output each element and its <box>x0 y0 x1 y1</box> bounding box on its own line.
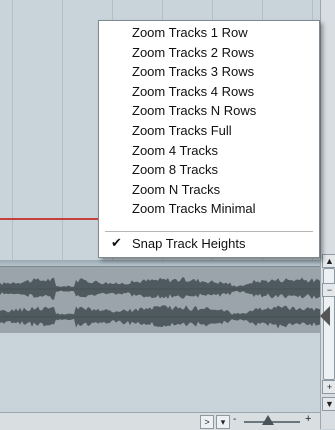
zoom-in-vertical-button[interactable]: + <box>322 380 335 394</box>
horizontal-zoom-thumb[interactable] <box>262 415 274 425</box>
horizontal-zoom-bar: > ▾ - + <box>0 412 320 430</box>
menu-separator <box>105 231 313 232</box>
zoom-out-vertical-button[interactable]: − <box>322 283 335 297</box>
audio-event[interactable] <box>0 266 320 334</box>
menu-item-zoom-4-tracks[interactable]: Zoom 4 Tracks <box>132 141 218 161</box>
menu-item-zoom-8-tracks[interactable]: Zoom 8 Tracks <box>132 160 218 180</box>
scroll-right-button[interactable]: > <box>200 415 214 429</box>
locator-line <box>0 218 100 220</box>
zoom-presets-menu-button[interactable]: ▾ <box>216 415 230 429</box>
scroll-up-button[interactable]: ▲ <box>322 254 335 268</box>
menu-item-zoom-tracks-3-rows[interactable]: Zoom Tracks 3 Rows <box>132 62 254 82</box>
checkmark-icon: ✔ <box>111 235 122 250</box>
menu-item-zoom-tracks-full[interactable]: Zoom Tracks Full <box>132 121 232 141</box>
menu-item-zoom-tracks-n-rows[interactable]: Zoom Tracks N Rows <box>132 101 256 121</box>
menu-item-zoom-n-tracks[interactable]: Zoom N Tracks <box>132 180 220 200</box>
zoom-in-horizontal-button[interactable]: + <box>305 413 311 425</box>
scroll-down-button[interactable]: ▼ <box>322 397 335 411</box>
menu-item-zoom-tracks-minimal[interactable]: Zoom Tracks Minimal <box>132 199 256 219</box>
zoom-context-menu: Zoom Tracks 1 Row Zoom Tracks 2 Rows Zoo… <box>98 20 320 258</box>
menu-item-zoom-tracks-2-rows[interactable]: Zoom Tracks 2 Rows <box>132 43 254 63</box>
zoom-out-horizontal-button[interactable]: - <box>233 414 236 425</box>
menu-item-zoom-tracks-1-row[interactable]: Zoom Tracks 1 Row <box>132 23 248 43</box>
menu-item-snap-track-heights[interactable]: Snap Track Heights <box>132 234 245 254</box>
empty-track-area[interactable] <box>0 333 320 412</box>
vertical-zoom-slider-icon[interactable] <box>320 306 330 326</box>
vertical-scrollbar[interactable]: ▲ − + ▼ <box>320 0 335 429</box>
menu-item-zoom-tracks-4-rows[interactable]: Zoom Tracks 4 Rows <box>132 82 254 102</box>
waveform <box>0 277 320 329</box>
